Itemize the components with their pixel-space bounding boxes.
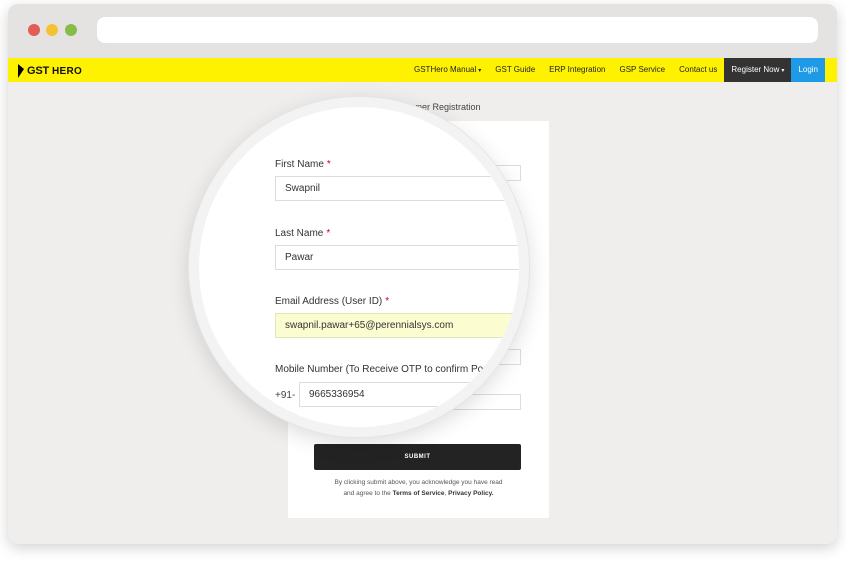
register-now-button[interactable]: Register Now ▾ [724, 58, 792, 82]
menu-gsp-service[interactable]: GSP Service [612, 58, 672, 82]
menu-erp-integration[interactable]: ERP Integration [542, 58, 612, 82]
login-button[interactable]: Login [791, 58, 825, 82]
maximize-window-button[interactable] [65, 24, 77, 36]
gsthero-logo[interactable]: GST HERO [18, 63, 82, 79]
email-updates-hint: ...weekly update emails. [322, 430, 376, 436]
address-bar[interactable] [97, 17, 818, 43]
email-input[interactable]: swapnil.pawar+65@perennialsys.com [275, 313, 519, 338]
first-name-label: First Name * [275, 159, 331, 170]
browser-window: GST HERO GSTHero Manual ▾ GST Guide ERP I… [8, 4, 837, 544]
email-label: Email Address (User ID) * [275, 296, 390, 307]
mobile-input[interactable]: 9665336954 [299, 382, 519, 407]
logo-arrow-icon [18, 64, 24, 78]
acknowledgement-line-1: By clicking submit above, you acknowledg… [334, 479, 503, 486]
main-menu: GSTHero Manual ▾ GST Guide ERP Integratio… [407, 58, 825, 82]
country-code-prefix: +91- [275, 390, 296, 401]
menu-gst-guide[interactable]: GST Guide [488, 58, 542, 82]
acknowledgement-line-2: and agree to the Terms of Service, Priva… [343, 490, 494, 497]
last-name-input[interactable]: Pawar [275, 245, 519, 270]
magnifier-lens: First Name * Swapnil Last Name * Pawar Ema… [199, 107, 519, 427]
close-window-button[interactable] [28, 24, 40, 36]
privacy-policy-link[interactable]: Privacy Policy. [448, 490, 493, 497]
logo-text-gst: GST [27, 65, 50, 77]
minimize-window-button[interactable] [46, 24, 58, 36]
browser-chrome [8, 4, 837, 58]
top-navbar: GST HERO GSTHero Manual ▾ GST Guide ERP I… [8, 58, 837, 82]
menu-gsthero-manual[interactable]: GSTHero Manual ▾ [407, 58, 488, 83]
terms-of-service-link[interactable]: Terms of Service [393, 490, 445, 497]
last-name-label: Last Name * [275, 228, 331, 239]
chevron-down-icon: ▾ [781, 68, 785, 74]
submit-button[interactable]: SUBMIT [314, 444, 521, 470]
mobile-label: Mobile Number (To Receive OTP to confirm… [275, 364, 508, 375]
chevron-down-icon: ▾ [478, 67, 482, 74]
first-name-input[interactable]: Swapnil [275, 176, 519, 201]
logo-text-hero: HERO [52, 65, 83, 77]
menu-contact-us[interactable]: Contact us [672, 58, 724, 82]
